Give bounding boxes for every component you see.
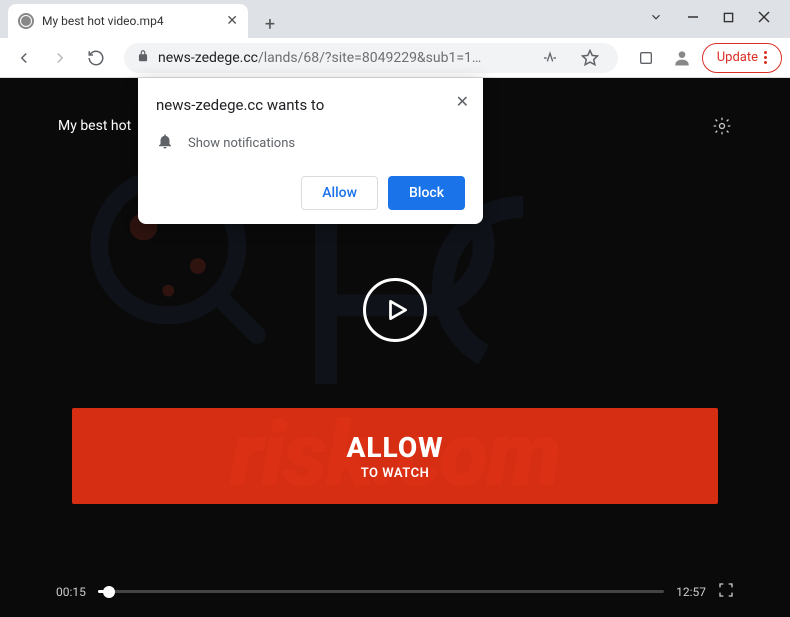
minimize-button[interactable] (687, 11, 699, 27)
window-controls (629, 0, 790, 38)
url-path: /lands/68/?site=8049229&sub1=1… (258, 50, 481, 66)
maximize-button[interactable] (723, 11, 734, 27)
reload-button[interactable] (80, 42, 112, 74)
extensions-icon[interactable] (630, 42, 662, 74)
tab-title: My best hot video.mp4 (42, 14, 218, 28)
allow-button[interactable]: Allow (301, 176, 378, 210)
permission-title: news-zedege.cc wants to (156, 96, 465, 114)
dialog-close-icon[interactable]: ✕ (456, 92, 469, 111)
video-title: My best hot (58, 118, 131, 134)
block-button[interactable]: Block (388, 176, 465, 210)
url-text: news-zedege.cc/lands/68/?site=8049229&su… (158, 50, 526, 66)
play-button[interactable] (363, 278, 427, 342)
chevron-down-icon[interactable] (649, 10, 663, 28)
tab-close-icon[interactable]: ✕ (226, 13, 238, 29)
back-button[interactable] (8, 42, 40, 74)
permission-actions: Allow Block (156, 176, 465, 210)
permission-dialog: ✕ news-zedege.cc wants to Show notificat… (138, 78, 483, 224)
menu-dots-icon (764, 51, 767, 64)
star-icon[interactable] (574, 42, 606, 74)
fullscreen-icon[interactable] (718, 582, 734, 601)
profile-icon[interactable] (666, 42, 698, 74)
time-current: 00:15 (56, 585, 86, 599)
lock-icon (136, 48, 150, 67)
share-icon[interactable] (534, 42, 566, 74)
update-button[interactable]: Update (702, 43, 782, 73)
close-window-button[interactable] (758, 11, 770, 27)
url-domain: news-zedege.cc (158, 50, 258, 66)
new-tab-button[interactable]: + (256, 10, 284, 38)
progress-thumb[interactable] (103, 586, 115, 598)
browser-tab[interactable]: My best hot video.mp4 ✕ (8, 4, 248, 38)
allow-banner-subtitle: TO WATCH (361, 466, 430, 481)
allow-banner[interactable]: ALLOW TO WATCH (72, 408, 718, 504)
address-bar: news-zedege.cc/lands/68/?site=8049229&su… (0, 38, 790, 78)
video-controls: 00:15 12:57 (56, 582, 734, 601)
allow-banner-title: ALLOW (346, 431, 443, 464)
permission-row: Show notifications (156, 132, 465, 154)
time-total: 12:57 (676, 585, 706, 599)
bell-icon (156, 132, 174, 154)
globe-icon (18, 13, 34, 29)
permission-text: Show notifications (188, 136, 295, 151)
gear-icon[interactable] (712, 116, 732, 140)
progress-bar[interactable] (98, 590, 664, 593)
url-box[interactable]: news-zedege.cc/lands/68/?site=8049229&su… (124, 43, 618, 73)
update-label: Update (717, 50, 758, 65)
forward-button[interactable] (44, 42, 76, 74)
